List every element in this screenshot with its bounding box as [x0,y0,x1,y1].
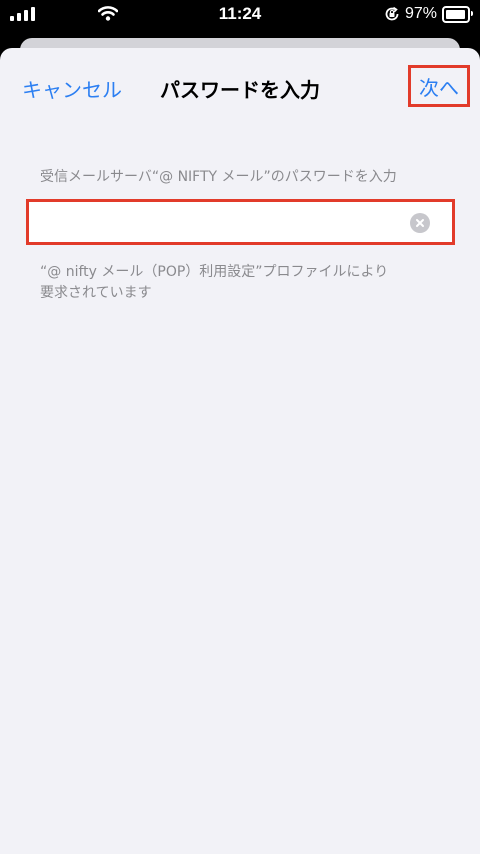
footer-line-2: 要求されています [40,285,152,301]
section-footer: “@ nifty メール（POP）利用設定”プロファイルにより 要求されています [40,262,440,304]
next-button-label: 次へ [419,75,459,100]
section-header: 受信メールサーバ“@ NIFTY メール”のパスワードを入力 [40,169,397,185]
battery-percentage: 97% [405,5,438,22]
clear-text-button[interactable] [410,213,430,233]
status-bar: 11:24 97% [0,0,480,30]
battery-icon [442,6,473,23]
footer-line-1: “@ nifty メール（POP）利用設定”プロファイルにより [40,264,389,280]
clear-x-icon [416,219,424,227]
battery-level-fill [446,10,466,19]
orientation-lock-icon [385,6,399,21]
next-button[interactable]: 次へ [408,65,470,107]
password-field[interactable] [26,199,455,245]
